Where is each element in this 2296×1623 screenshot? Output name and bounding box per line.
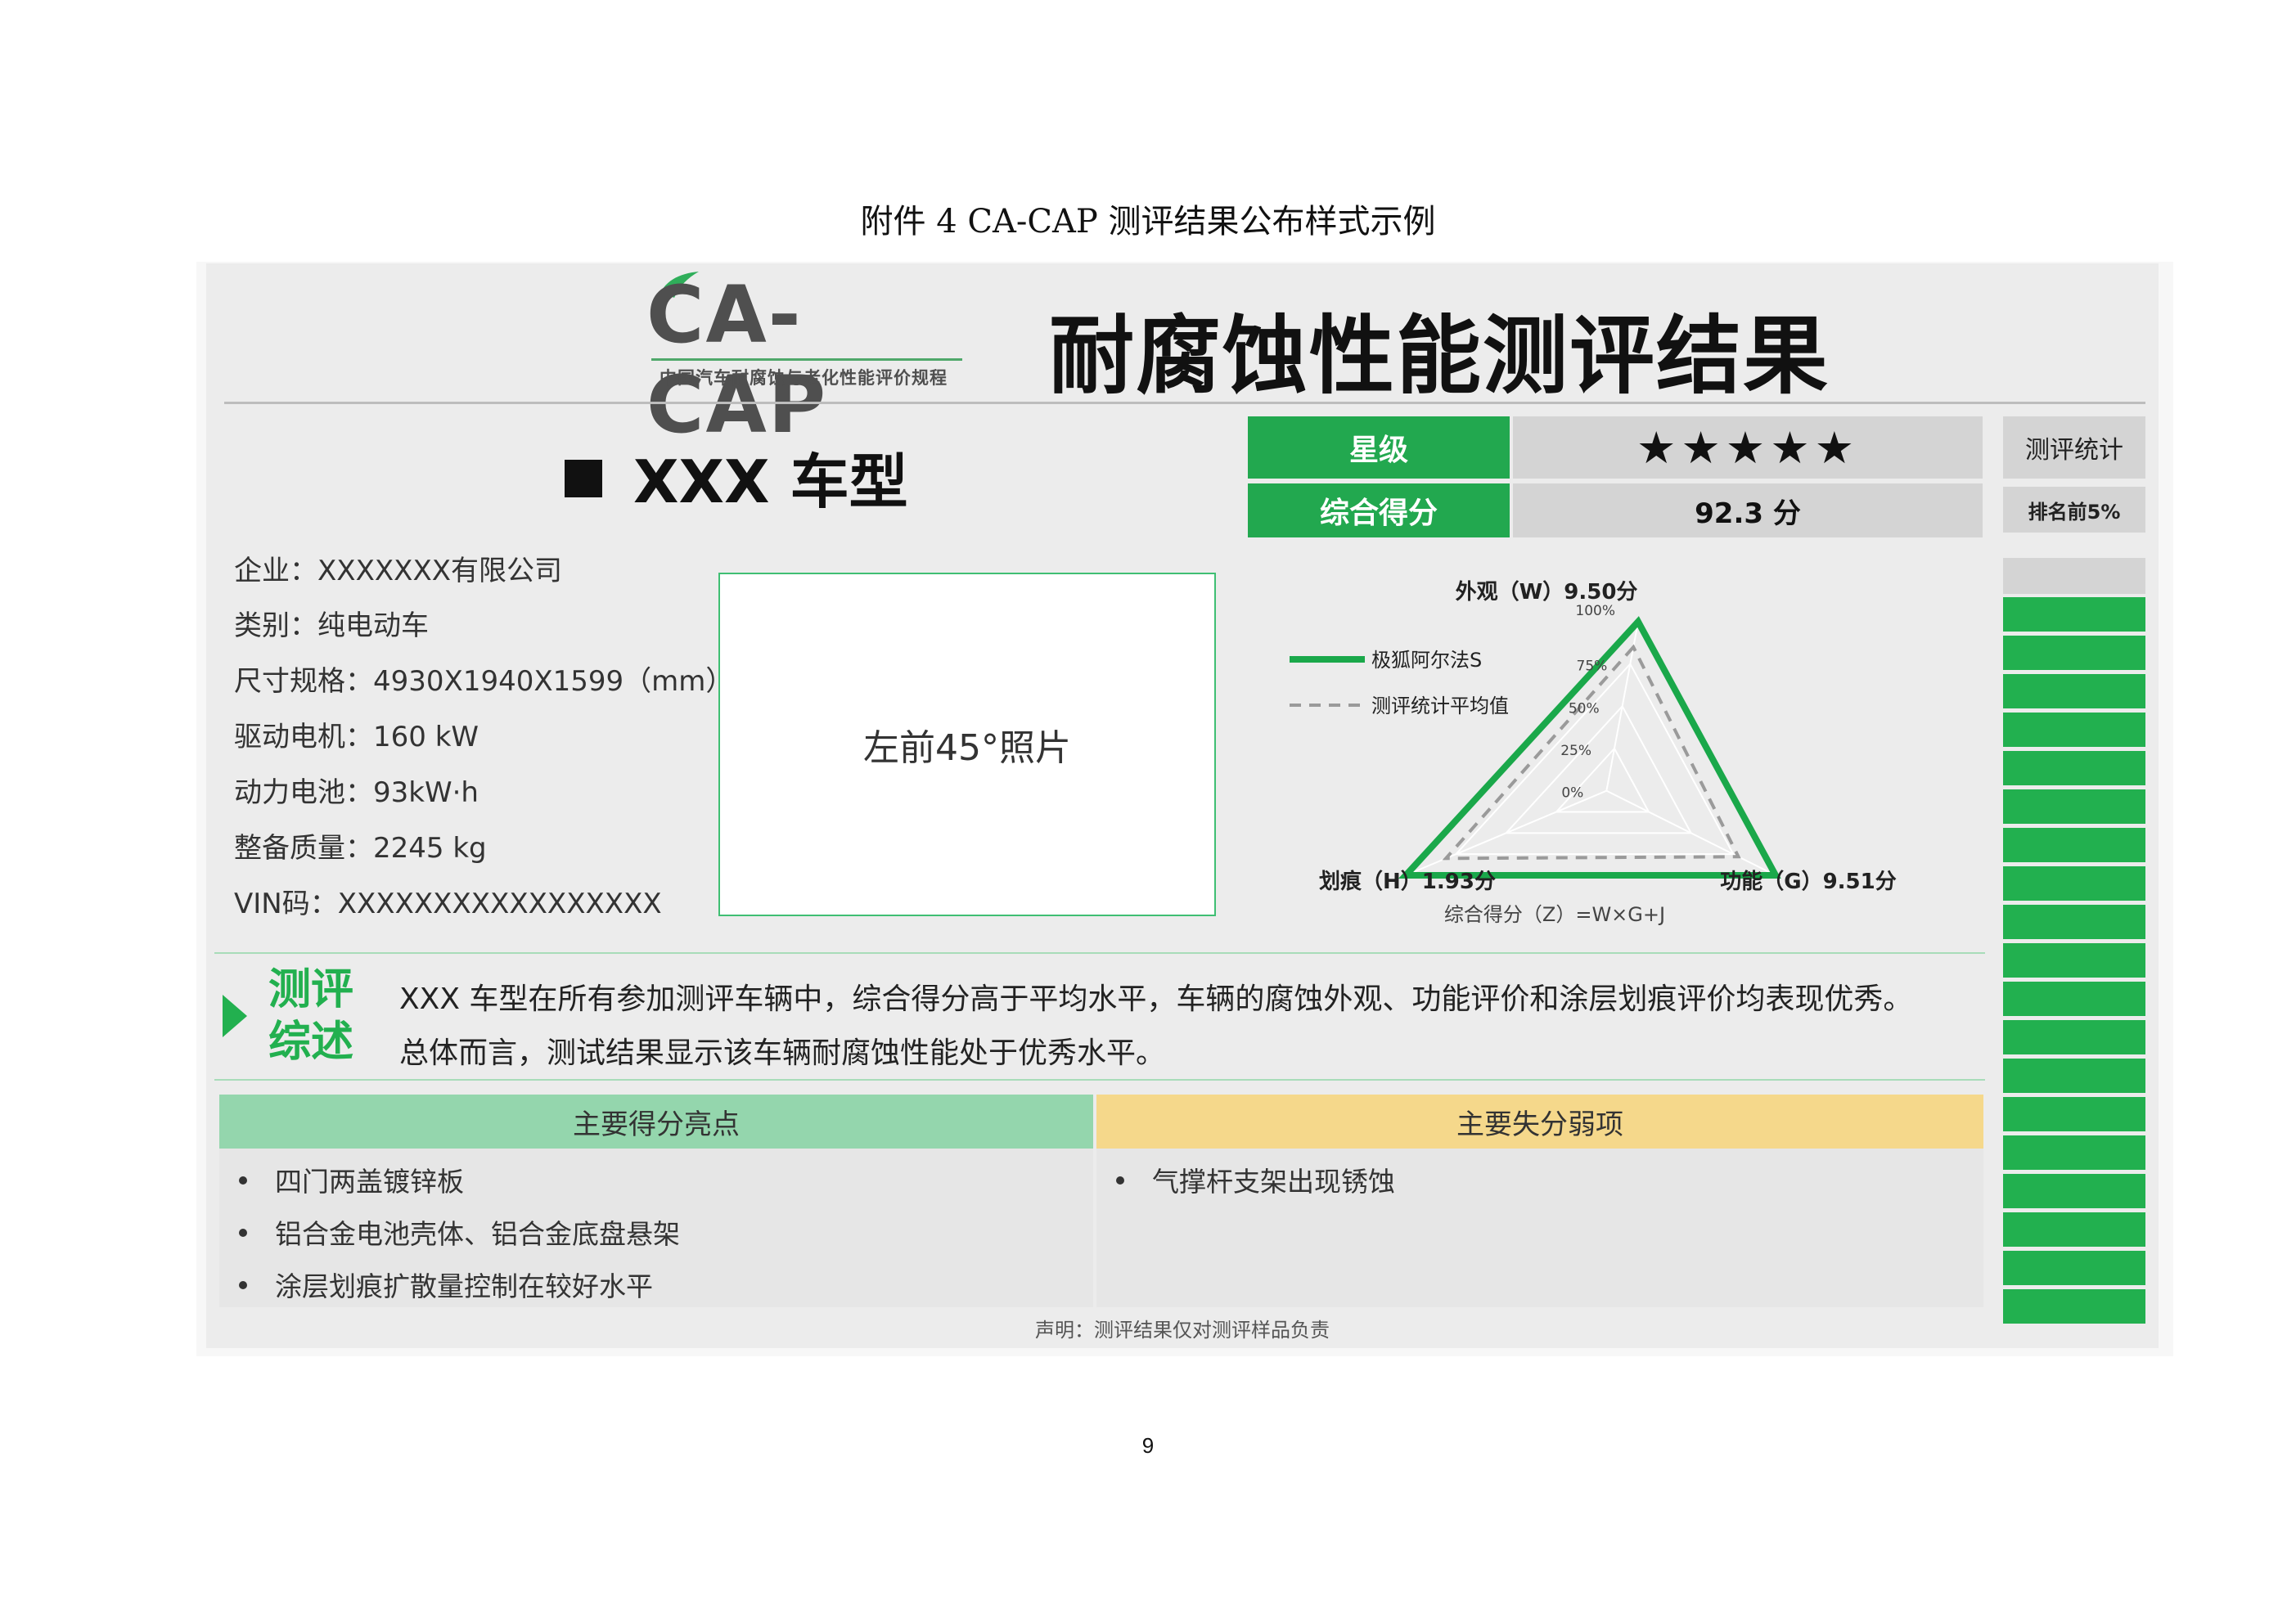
- ranking-segment: [2003, 1251, 2145, 1285]
- ranking-segment: [2003, 1097, 2145, 1131]
- page-number: 9: [1141, 1433, 1155, 1458]
- ranking-segment: [2003, 982, 2145, 1016]
- total-score-value: 92.3 分: [1513, 483, 1983, 537]
- arrow-right-icon: [223, 995, 247, 1037]
- weaknesses-header: 主要失分弱项: [1096, 1095, 1983, 1149]
- radar-label-appearance: 外观（W）9.50分: [1456, 580, 1638, 605]
- bullet-icon: [239, 1229, 247, 1237]
- bullet-icon: [1116, 1176, 1124, 1185]
- model-name: XXX 车型: [633, 447, 908, 516]
- summary-top-rule: [214, 952, 1985, 954]
- logo-subtitle: 中国汽车耐腐蚀与老化性能评价规程: [660, 368, 948, 388]
- spec-dimensions: 尺寸规格：4930X1940X1599（mm）: [234, 665, 734, 698]
- bullet-icon: [239, 1281, 247, 1289]
- highlight-text: 铝合金电池壳体、铝合金底盘悬架: [275, 1218, 680, 1250]
- ranking-segment: [2003, 751, 2145, 785]
- ranking-segment: [2003, 943, 2145, 978]
- photo-label: 左前45°照片: [863, 727, 1071, 769]
- ranking-segment: [2003, 597, 2145, 632]
- summary-bottom-rule: [214, 1079, 1985, 1081]
- rank-label: 排名前5%: [2003, 487, 2145, 533]
- ranking-segment: [2003, 1020, 2145, 1054]
- ranking-bar-top: [2003, 558, 2145, 594]
- total-score-label: 综合得分: [1248, 483, 1510, 537]
- model-title: XXX 车型: [565, 434, 908, 519]
- radar-tick-labels: 100% 75% 50% 25% 0%: [1560, 603, 1615, 802]
- ranking-segment: [2003, 789, 2145, 824]
- summary-label: 测评综述: [268, 965, 354, 1067]
- radar-label-function: 功能（G）9.51分: [1720, 869, 1897, 894]
- spec-company: 企业：XXXXXXX有限公司: [234, 555, 563, 587]
- radar-label-scratch: 划痕（H）1.93分: [1319, 869, 1496, 894]
- highlight-text: 四门两盖镀锌板: [275, 1166, 464, 1198]
- radar-tick-label: 100%: [1575, 603, 1615, 619]
- ranking-segment: [2003, 713, 2145, 747]
- radar-tick-label: 25%: [1560, 743, 1591, 759]
- spec-motor: 驱动电机：160 kW: [234, 721, 479, 753]
- radar-average-polygon: [1442, 644, 1741, 861]
- header-divider: [224, 402, 2145, 404]
- highlight-item: 四门两盖镀锌板: [239, 1160, 464, 1199]
- spec-category: 类别：纯电动车: [234, 609, 429, 642]
- stat-label: 测评统计: [2003, 416, 2145, 479]
- ranking-segment: [2003, 1212, 2145, 1247]
- vehicle-photo-placeholder: 左前45°照片: [718, 573, 1216, 916]
- radar-tick-label: 0%: [1561, 785, 1583, 802]
- disclaimer: 声明：测评结果仅对测评样品负责: [1035, 1319, 1330, 1342]
- ranking-segment: [2003, 905, 2145, 939]
- ranking-segment: [2003, 674, 2145, 708]
- ranking-segment: [2003, 1059, 2145, 1093]
- ranking-segment: [2003, 866, 2145, 901]
- ranking-segment: [2003, 1174, 2145, 1208]
- star-rating-label: 星级: [1248, 416, 1510, 479]
- summary-line-2: 总体而言，测试结果显示该车辆耐腐蚀性能处于优秀水平。: [399, 1036, 1166, 1070]
- legend-average-label: 测评统计平均值: [1371, 695, 1509, 717]
- radar-tick-label: 75%: [1577, 659, 1608, 675]
- highlights-header: 主要得分亮点: [219, 1095, 1093, 1149]
- weakness-item: 气撑杆支架出现锈蚀: [1116, 1160, 1395, 1199]
- document-title: 附件 4 CA-CAP 测评结果公布样式示例: [860, 203, 1436, 241]
- spec-battery: 动力电池：93kW·h: [234, 776, 479, 809]
- ca-cap-logo: CA-CAP 中国汽车耐腐蚀与老化性能评价规程: [646, 270, 974, 450]
- bullet-icon: [239, 1176, 247, 1185]
- spec-curb-weight: 整备质量：2245 kg: [234, 832, 487, 865]
- highlight-item: 铝合金电池壳体、铝合金底盘悬架: [239, 1212, 680, 1252]
- ranking-segment: [2003, 1135, 2145, 1170]
- highlight-text: 涂层划痕扩散量控制在较好水平: [275, 1270, 653, 1302]
- radar-chart: 100% 75% 50% 25% 0% 外观（W）9.50分 划痕（H）1.93分 功能…: [1290, 580, 1897, 926]
- legend-vehicle-label: 极狐阿尔法S: [1371, 649, 1482, 672]
- spec-vin: VIN码：XXXXXXXXXXXXXXXXX: [234, 888, 662, 920]
- radar-tick-label: 50%: [1569, 700, 1600, 717]
- ranking-segment: [2003, 636, 2145, 670]
- star-rating-value: ★★★★★: [1513, 416, 1983, 479]
- card-title: 耐腐蚀性能测评结果: [1049, 306, 1830, 406]
- highlight-item: 涂层划痕扩散量控制在较好水平: [239, 1265, 653, 1304]
- weakness-text: 气撑杆支架出现锈蚀: [1152, 1166, 1395, 1198]
- square-bullet-icon: [565, 460, 602, 497]
- ranking-segment: [2003, 828, 2145, 862]
- summary-line-1: XXX 车型在所有参加测评车辆中，综合得分高于平均水平，车辆的腐蚀外观、功能评价…: [399, 982, 1913, 1016]
- radar-formula: 综合得分（Z）=W×G+J: [1444, 903, 1665, 926]
- logo-underline: [651, 358, 962, 361]
- highlights-list: 四门两盖镀锌板 铝合金电池壳体、铝合金底盘悬架 涂层划痕扩散量控制在较好水平: [219, 1149, 1093, 1307]
- weaknesses-list: 气撑杆支架出现锈蚀: [1096, 1149, 1983, 1307]
